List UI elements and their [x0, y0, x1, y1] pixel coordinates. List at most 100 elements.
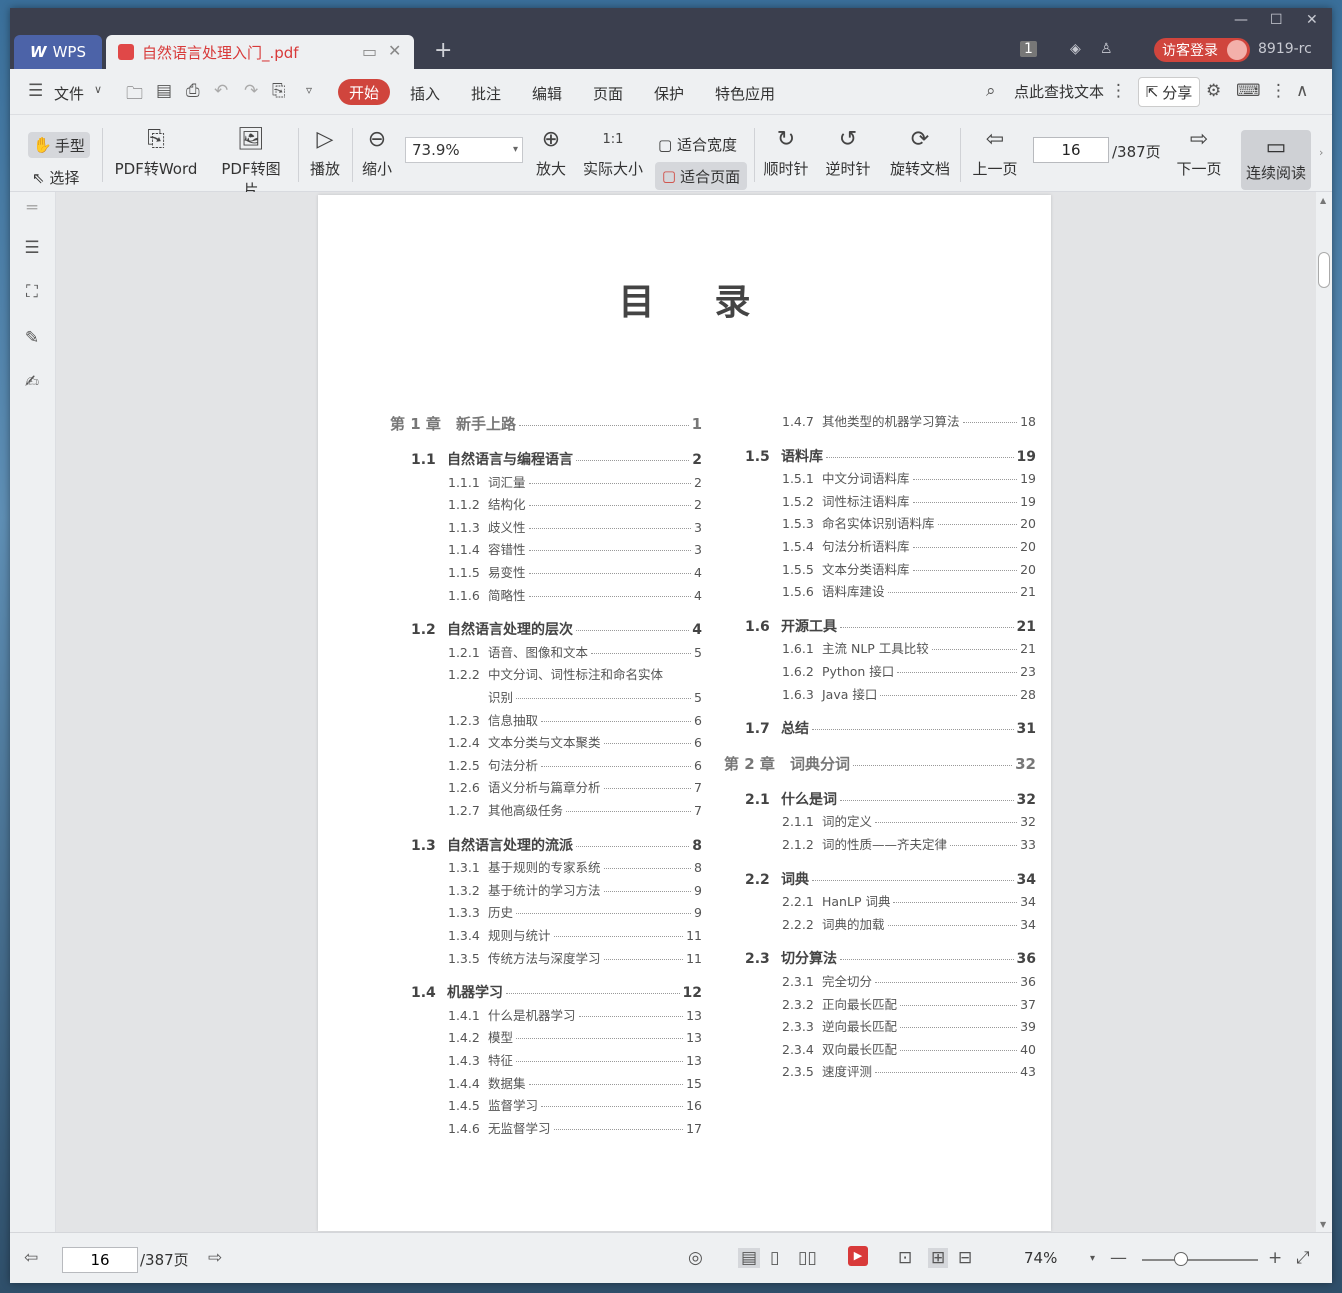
scroll-down-icon[interactable]: ▼ [1320, 1220, 1326, 1229]
toc-entry: 1.4.4 数据集 15 [448, 1073, 702, 1092]
settings-gear-icon[interactable]: ⚙ [1206, 81, 1221, 101]
zoom-slider[interactable] [1142, 1252, 1258, 1266]
toc-entry: 1.4.7 其他类型的机器学习算法 18 [782, 411, 1036, 430]
toc-leader [603, 890, 692, 892]
zoom-select[interactable]: 73.9% ▾ [405, 137, 523, 163]
scroll-thumb[interactable] [1318, 252, 1330, 288]
toc-title: 切分算法 [781, 951, 837, 968]
chevron-down-icon[interactable]: ∨ [94, 83, 102, 96]
save-icon[interactable]: ▤ [156, 81, 172, 101]
close-window-icon[interactable]: ✕ [1306, 12, 1318, 28]
redo-icon[interactable]: ↷ [244, 81, 258, 101]
skin-icon[interactable]: ◈ [1070, 41, 1081, 57]
comment-icon[interactable]: ⌨ [1236, 81, 1261, 101]
zoom-dropdown-icon[interactable]: ▾ [1090, 1253, 1095, 1264]
tab-insert[interactable]: 插入 [410, 83, 440, 104]
more-dropdown-icon[interactable]: ▿ [306, 83, 312, 97]
zoom-minus-icon[interactable]: — [1110, 1248, 1127, 1268]
hand-tool-button[interactable]: ✋ 手型 [28, 132, 90, 158]
search-text-button[interactable]: 点此查找文本 [1014, 81, 1104, 102]
thumbnail-icon[interactable]: ⛶ [21, 282, 43, 304]
tab-wps-home[interactable]: W WPS [14, 35, 102, 69]
pdf-to-word-button[interactable]: ⎘ PDF转Word [114, 126, 198, 179]
eye-protection-icon[interactable]: ◎ [688, 1248, 703, 1268]
pin-icon[interactable]: ▭ [362, 42, 377, 61]
maximize-icon[interactable]: ☐ [1270, 12, 1283, 28]
drag-handle-icon[interactable]: ═ [21, 198, 43, 220]
minimize-icon[interactable]: — [1234, 12, 1248, 28]
vertical-scrollbar[interactable]: ▲ ▼ [1316, 192, 1332, 1232]
arrow-left-icon[interactable]: ⇦ [24, 1248, 38, 1268]
guest-login-button[interactable]: 访客登录 [1154, 38, 1250, 62]
prev-page-button[interactable]: ⇦ 上一页 [970, 126, 1020, 179]
select-tool-button[interactable]: ⇖ 选择 [32, 167, 79, 188]
pdf-to-image-icon: 🖼 [237, 127, 265, 152]
toc-entry: 1.2.5 句法分析 6 [448, 755, 702, 774]
continuous-view-icon[interactable]: ▤ [738, 1248, 761, 1268]
outline-icon[interactable]: ☰ [21, 238, 43, 260]
fit-width-button[interactable]: ▢ 适合宽度 [658, 134, 737, 155]
tab-document[interactable]: 自然语言处理入门_.pdf ▭ ✕ [106, 35, 414, 69]
toc-leader [578, 1015, 684, 1017]
toc-title: 其他类型的机器学习算法 [822, 414, 960, 429]
fit-width-small-icon[interactable]: ⊟ [958, 1248, 972, 1268]
zoom-slider-knob[interactable] [1174, 1252, 1188, 1266]
menu-file[interactable]: 文件 [54, 83, 84, 104]
annotation-icon[interactable]: ✎ [21, 328, 43, 350]
page-number-input[interactable]: 16 [1033, 137, 1109, 163]
toc-page-number: 9 [694, 905, 702, 921]
arrow-right-icon[interactable]: ⇨ [208, 1248, 222, 1268]
undo-icon[interactable]: ↶ [214, 81, 228, 101]
chevron-right-icon[interactable]: › [1319, 146, 1323, 159]
close-tab-icon[interactable]: ✕ [388, 41, 401, 60]
search-icon[interactable]: ⌕ [986, 81, 996, 101]
toc-title: 词典的加载 [822, 916, 885, 932]
tab-protect[interactable]: 保护 [654, 83, 684, 104]
status-page-input[interactable]: 16 [62, 1247, 138, 1273]
play-slideshow-icon[interactable]: ▶ [848, 1246, 868, 1266]
rotate-document-button[interactable]: ⟳ 旋转文档 [888, 126, 952, 179]
window-count-badge[interactable]: 1 [1020, 41, 1037, 57]
pdf-to-image-button[interactable]: 🖼 PDF转图片 [214, 126, 288, 200]
two-page-icon[interactable]: ▯▯ [798, 1248, 817, 1268]
tab-annotate[interactable]: 批注 [471, 83, 501, 104]
tab-edit[interactable]: 编辑 [532, 83, 562, 104]
export-icon[interactable]: ⎘ [272, 81, 286, 101]
rotate-doc-label: 旋转文档 [889, 160, 950, 178]
toc-number: 1.6.2 [782, 664, 814, 679]
tab-special-apps[interactable]: 特色应用 [715, 83, 775, 104]
signature-icon[interactable]: ✍ [21, 372, 43, 394]
print-icon[interactable]: ⎙ [186, 81, 200, 101]
scroll-up-icon[interactable]: ▲ [1320, 196, 1326, 205]
share-button[interactable]: ⇱ 分享 [1138, 77, 1200, 107]
collapse-ribbon-icon[interactable]: ∧ [1296, 81, 1308, 101]
rotate-clockwise-button[interactable]: ↻ 顺时针 [762, 126, 810, 179]
hamburger-icon[interactable]: ☰ [28, 81, 43, 101]
more-vertical-icon[interactable]: ⋮ [1110, 81, 1127, 101]
actual-size-button[interactable]: 1:1 实际大小 [582, 126, 644, 179]
fullscreen-icon[interactable]: ⤢ [1296, 1248, 1310, 1268]
fit-page-small-icon[interactable]: ⊞ [928, 1248, 949, 1268]
tab-page[interactable]: 页面 [593, 83, 623, 104]
zoom-out-icon: ⊖ [367, 127, 387, 152]
rotate-counterclockwise-button[interactable]: ↺ 逆时针 [824, 126, 872, 179]
fit-page-button[interactable]: ▢ 适合页面 [655, 162, 747, 190]
next-page-button[interactable]: ⇨ 下一页 [1174, 126, 1224, 179]
zoom-out-button[interactable]: ⊖ 缩小 [360, 126, 394, 179]
zoom-in-button[interactable]: ⊕ 放大 [534, 126, 568, 179]
tab-start[interactable]: 开始 [338, 79, 390, 105]
continuous-reading-button[interactable]: ▭ 连续阅读 [1241, 130, 1311, 190]
document-viewport[interactable]: 目录 第 1 章新手上路 1 1.1 自然语言与编程语言 2 1.1.1 词汇量 2 1.1.2… [56, 192, 1316, 1232]
shirt-icon[interactable]: ♙ [1100, 41, 1113, 57]
toc-leader [887, 924, 1018, 926]
status-zoom-value[interactable]: 74% [1024, 1249, 1057, 1267]
actual-size-small-icon[interactable]: ⊡ [898, 1248, 912, 1268]
zoom-plus-icon[interactable]: + [1268, 1248, 1282, 1268]
toc-entry: 1.4.6 无监督学习 17 [448, 1118, 702, 1137]
toc-page-number: 13 [686, 1030, 702, 1046]
single-page-icon[interactable]: ▯ [770, 1248, 779, 1268]
new-tab-button[interactable]: + [434, 38, 452, 63]
open-folder-icon[interactable]: 🗀 [126, 81, 143, 110]
more-vertical-icon-2[interactable]: ⋮ [1270, 81, 1287, 101]
play-button[interactable]: ▷ 播放 [308, 126, 342, 179]
